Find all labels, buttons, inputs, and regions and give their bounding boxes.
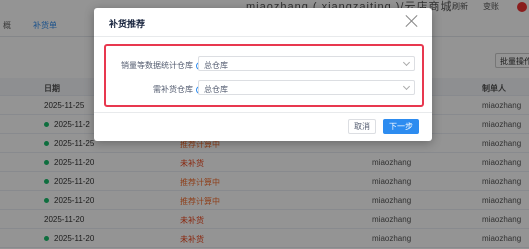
stats-warehouse-label: 销量等数据统计仓库?	[121, 60, 204, 71]
dialog-header-divider	[94, 36, 432, 37]
close-icon[interactable]	[405, 14, 419, 28]
target-warehouse-value: 总仓库	[204, 85, 228, 94]
chevron-down-icon	[402, 82, 411, 91]
cancel-button[interactable]: 取消	[348, 119, 376, 134]
next-step-button[interactable]: 下一步	[383, 119, 419, 134]
dialog-footer-divider	[94, 112, 432, 113]
dialog-title: 补货推荐	[109, 19, 146, 29]
stats-warehouse-select[interactable]: 总仓库	[198, 56, 415, 71]
chevron-down-icon	[402, 58, 411, 67]
target-warehouse-select[interactable]: 总仓库	[198, 80, 415, 95]
stats-warehouse-value: 总仓库	[204, 61, 228, 70]
target-warehouse-label: 需补货仓库?	[153, 84, 204, 95]
replenishment-recommend-dialog: 补货推荐 销量等数据统计仓库? 总仓库 需补货仓库? 总仓库 取消 下一步	[94, 8, 432, 141]
form-highlight-box	[104, 44, 424, 107]
